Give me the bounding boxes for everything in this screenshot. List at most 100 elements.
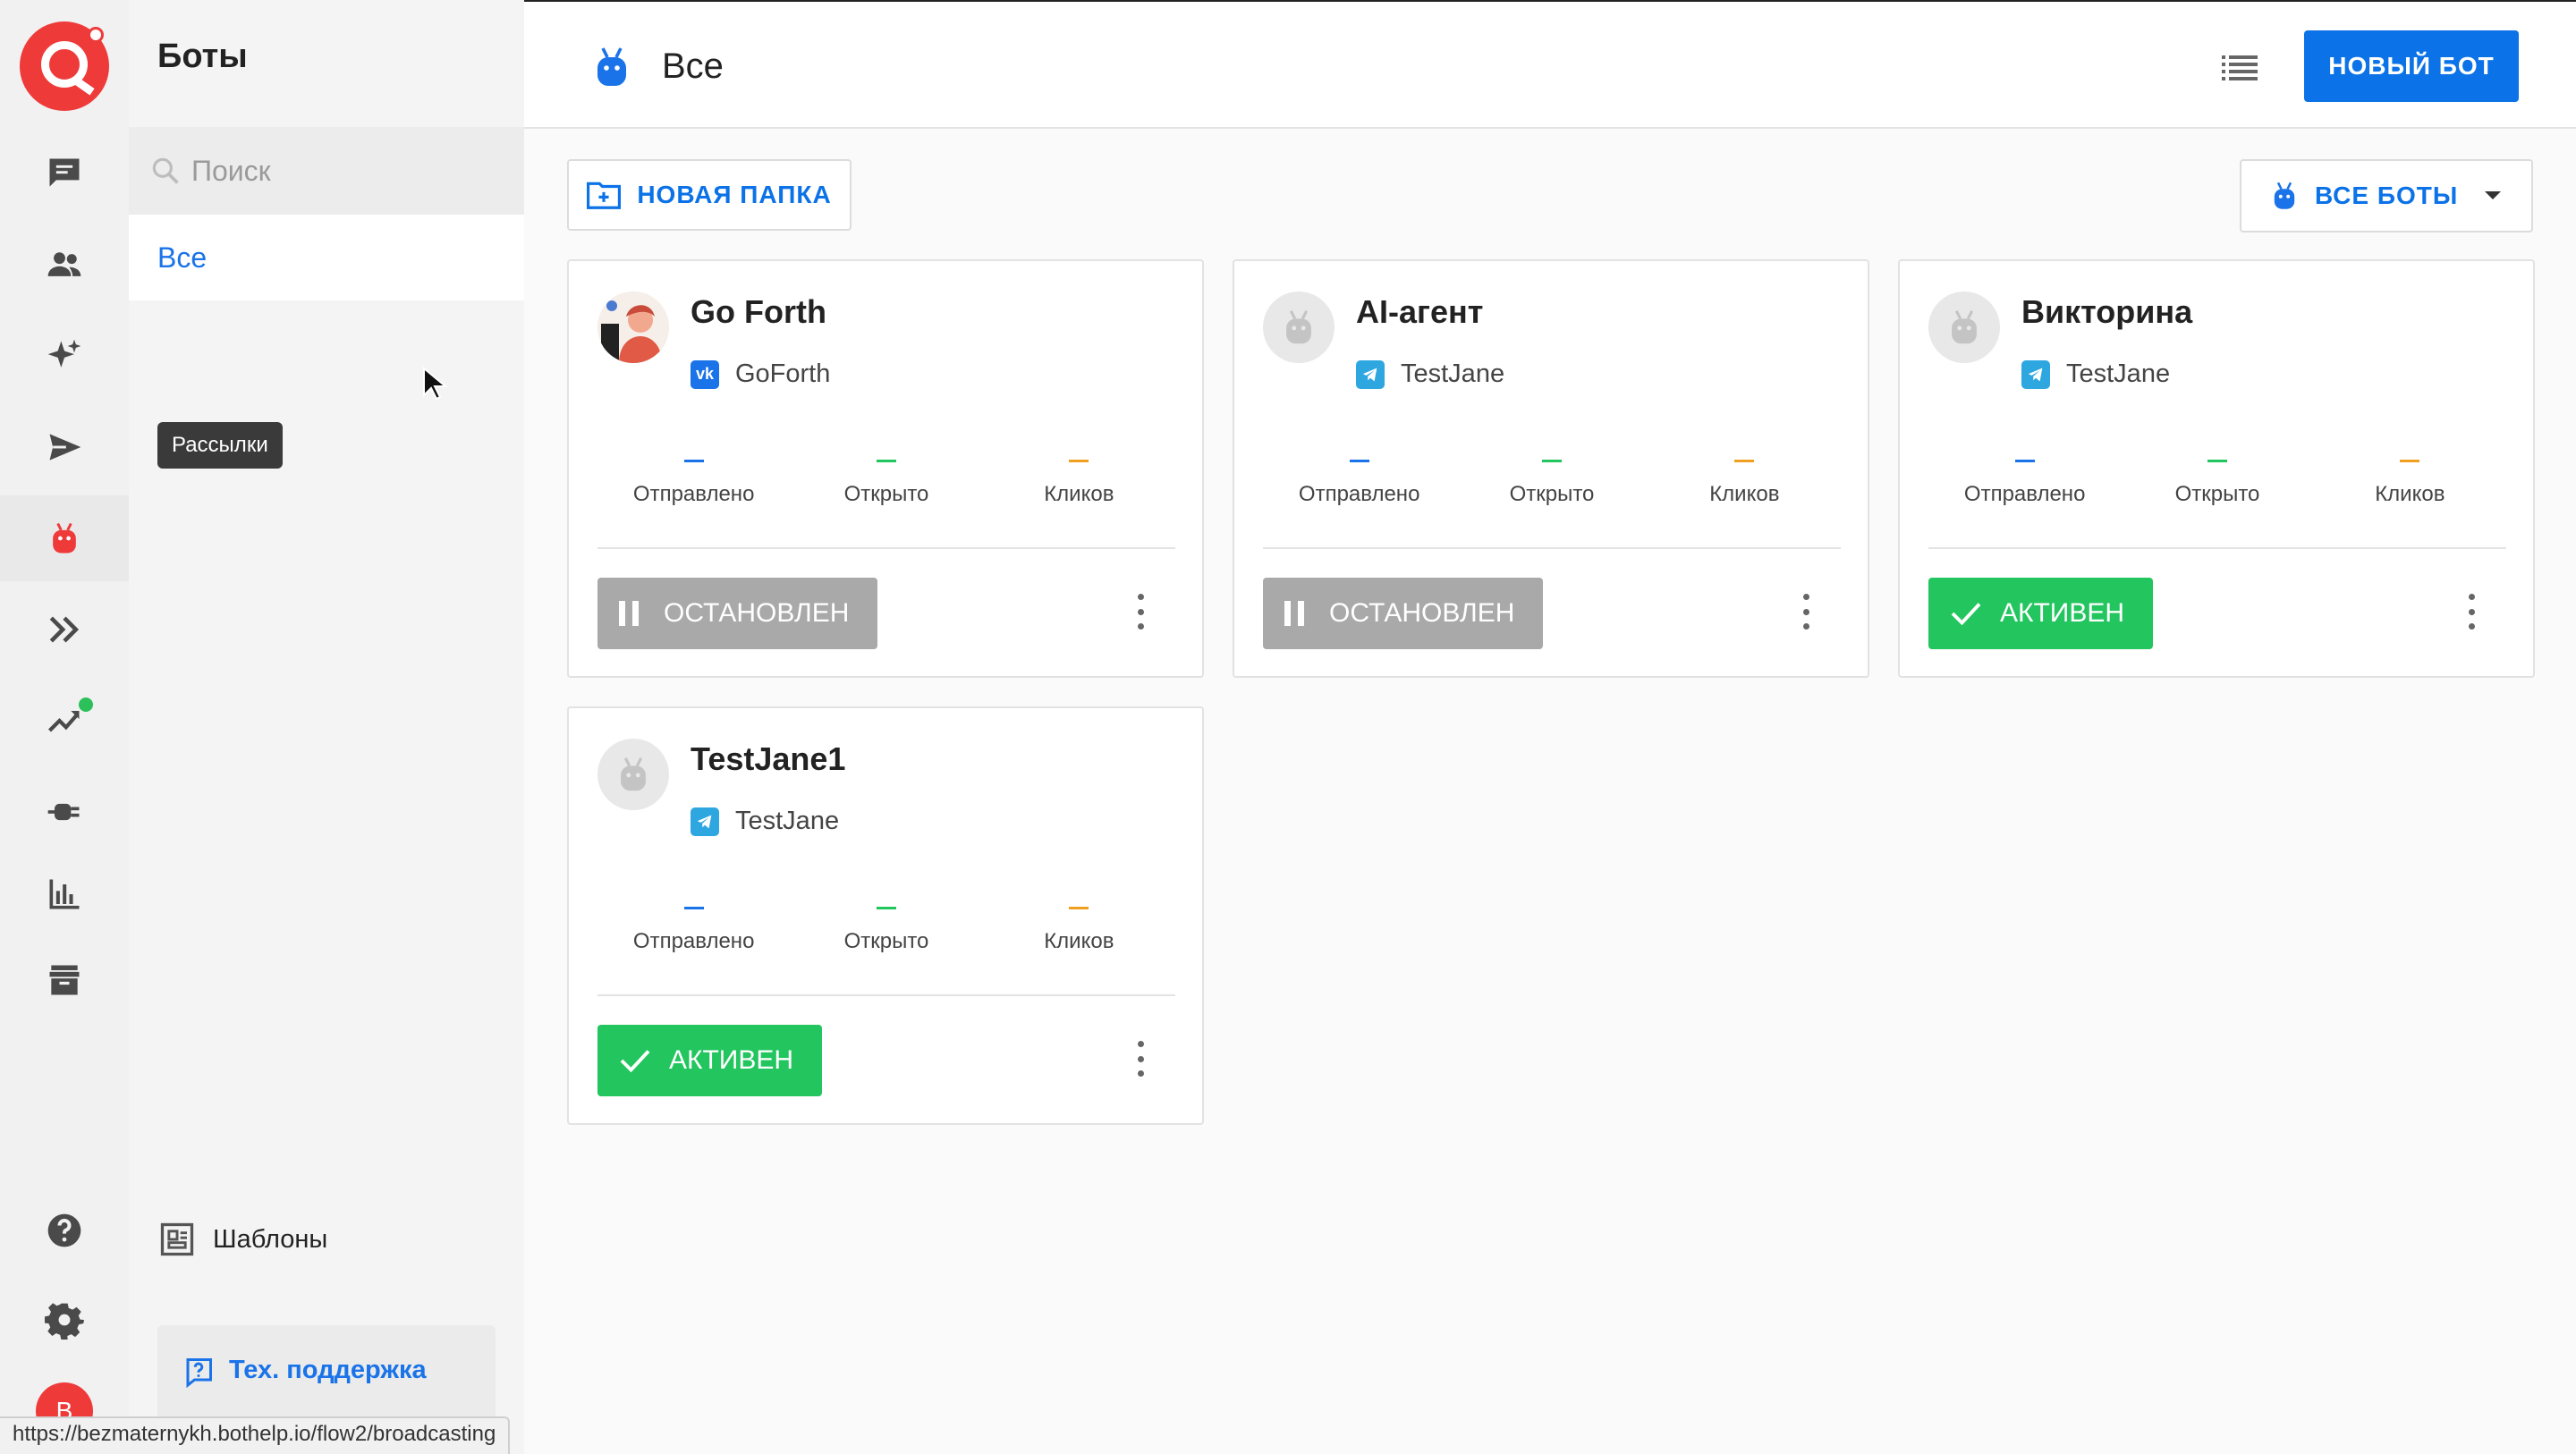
browser-status-url: https://bezmaternykh.bothelp.io/flow2/br… [0,1416,511,1454]
vk-icon: vk [691,359,719,389]
telegram-icon [691,807,719,836]
bot-name[interactable]: AI-агент [1356,293,1483,331]
bot-channel: vk GoForth [691,359,830,389]
bot-card[interactable]: TestJane1 TestJane Отправлено Открыто Кл… [567,706,1204,1125]
pause-icon [619,601,646,626]
bots-icon[interactable] [0,495,129,581]
bot-status-toggle[interactable]: АКТИВЕН [1928,578,2154,649]
bot-channel-name: GoForth [735,359,831,388]
templates-icon [160,1222,194,1256]
bots-filter-label: ВСЕ БОТЫ [2315,182,2459,209]
more-options-icon[interactable] [2465,594,2478,630]
bot-channel-name: TestJane [2066,359,2171,388]
bot-status-toggle[interactable]: АКТИВЕН [597,1025,823,1096]
sparkle-icon[interactable] [0,313,129,399]
bot-avatar [1928,292,2000,363]
settings-gear-icon[interactable] [0,1277,129,1363]
stat-opened-label: Открыто [1509,482,1595,506]
folder-plus-icon [587,182,622,209]
bot-channel-name: TestJane [735,807,840,835]
bot-status-label: ОСТАНОВЛЕН [1329,598,1515,628]
folders-sidebar: Боты Все Шаблоны Тех. поддержка [129,0,524,1454]
pause-icon [1284,601,1311,626]
stat-clicks-label: Кликов [2375,482,2445,506]
rail-tooltip: Рассылки [157,422,283,469]
bot-status-toggle[interactable]: ОСТАНОВЛЕН [1263,578,1544,649]
stat-sent-label: Отправлено [632,929,755,953]
card-divider [1928,547,2506,549]
bot-stats: Отправлено Открыто Кликов [1928,460,2506,513]
bot-stats: Отправлено Открыто Кликов [597,460,1175,513]
stat-opened-label: Открыто [2174,482,2260,506]
stat-opened-label: Открыто [843,929,929,953]
bot-card[interactable]: AI-агент TestJane Отправлено Открыто Кли… [1233,259,1869,678]
stat-clicks-label: Кликов [1044,482,1114,506]
more-options-icon[interactable] [1800,594,1812,630]
stat-sent-label: Отправлено [632,482,755,506]
bot-placeholder-icon [1286,310,1311,344]
search-input[interactable] [191,154,513,188]
search-icon [152,157,179,184]
bot-placeholder-icon [621,757,646,791]
notification-dot [79,697,93,712]
analytics-trend-icon[interactable] [0,678,129,764]
icon-rail: B [0,0,129,1454]
sidebar-title: Боты [157,38,248,75]
card-divider [597,547,1175,549]
list-view-icon[interactable] [2222,54,2258,80]
bot-avatar [597,739,669,810]
chat-icon[interactable] [0,131,129,216]
broadcast-send-icon[interactable] [0,404,129,490]
bot-card[interactable]: Go Forth vk GoForth Отправлено Открыто К… [567,259,1204,678]
bot-name[interactable]: Викторина [2021,293,2192,331]
bot-status-label: АКТИВЕН [669,1045,794,1075]
stat-sent-label: Отправлено [1298,482,1420,506]
bothelp-logo[interactable] [20,21,109,111]
new-bot-button[interactable]: НОВЫЙ БОТ [2304,30,2519,102]
bot-icon [2274,182,2295,209]
contacts-icon[interactable] [0,222,129,308]
card-divider [1263,547,1841,549]
page-title: Все [662,46,724,86]
bots-filter-dropdown[interactable]: ВСЕ БОТЫ [2240,159,2533,232]
more-options-icon[interactable] [1134,1041,1147,1077]
stat-clicks-label: Кликов [1709,482,1780,506]
new-folder-button[interactable]: НОВАЯ ПАПКА [567,159,852,231]
check-icon [620,1050,650,1073]
bot-status-label: АКТИВЕН [2000,598,2125,628]
archive-icon[interactable] [0,937,129,1023]
folder-item-all[interactable]: Все [129,215,524,300]
more-options-icon[interactable] [1134,594,1147,630]
bot-status-label: ОСТАНОВЛЕН [664,598,850,628]
check-icon [1951,603,1981,626]
telegram-icon [2021,359,2050,389]
bot-channel-name: TestJane [1401,359,1505,388]
bot-status-toggle[interactable]: ОСТАНОВЛЕН [597,578,878,649]
stat-sent-label: Отправлено [1963,482,2086,506]
bot-card[interactable]: Викторина TestJane Отправлено Открыто Кл… [1898,259,2535,678]
chains-icon[interactable] [0,587,129,672]
support-question-icon [186,1358,212,1388]
templates-link[interactable]: Шаблоны [157,1220,327,1259]
bot-icon [597,47,626,86]
bot-name[interactable]: Go Forth [691,293,826,331]
bot-stats: Отправлено Открыто Кликов [597,907,1175,960]
stat-opened-label: Открыто [843,482,929,506]
bot-channel: TestJane [691,807,839,836]
integrations-plug-icon[interactable] [0,769,129,855]
stats-bar-chart-icon[interactable] [0,851,129,937]
chevron-down-icon [2485,191,2501,199]
bot-stats: Отправлено Открыто Кликов [1263,460,1841,513]
templates-label: Шаблоны [213,1224,328,1254]
telegram-icon [1356,359,1385,389]
bot-channel: TestJane [1356,359,1504,389]
page-header: Все НОВЫЙ БОТ [524,0,2576,129]
help-icon[interactable] [0,1188,129,1273]
bot-avatar [1263,292,1335,363]
bot-name[interactable]: TestJane1 [691,740,845,778]
support-label: Тех. поддержка [229,1356,427,1384]
card-divider [597,994,1175,996]
search-box [129,127,524,215]
bot-channel: TestJane [2021,359,2170,389]
mouse-cursor-icon [423,367,448,401]
